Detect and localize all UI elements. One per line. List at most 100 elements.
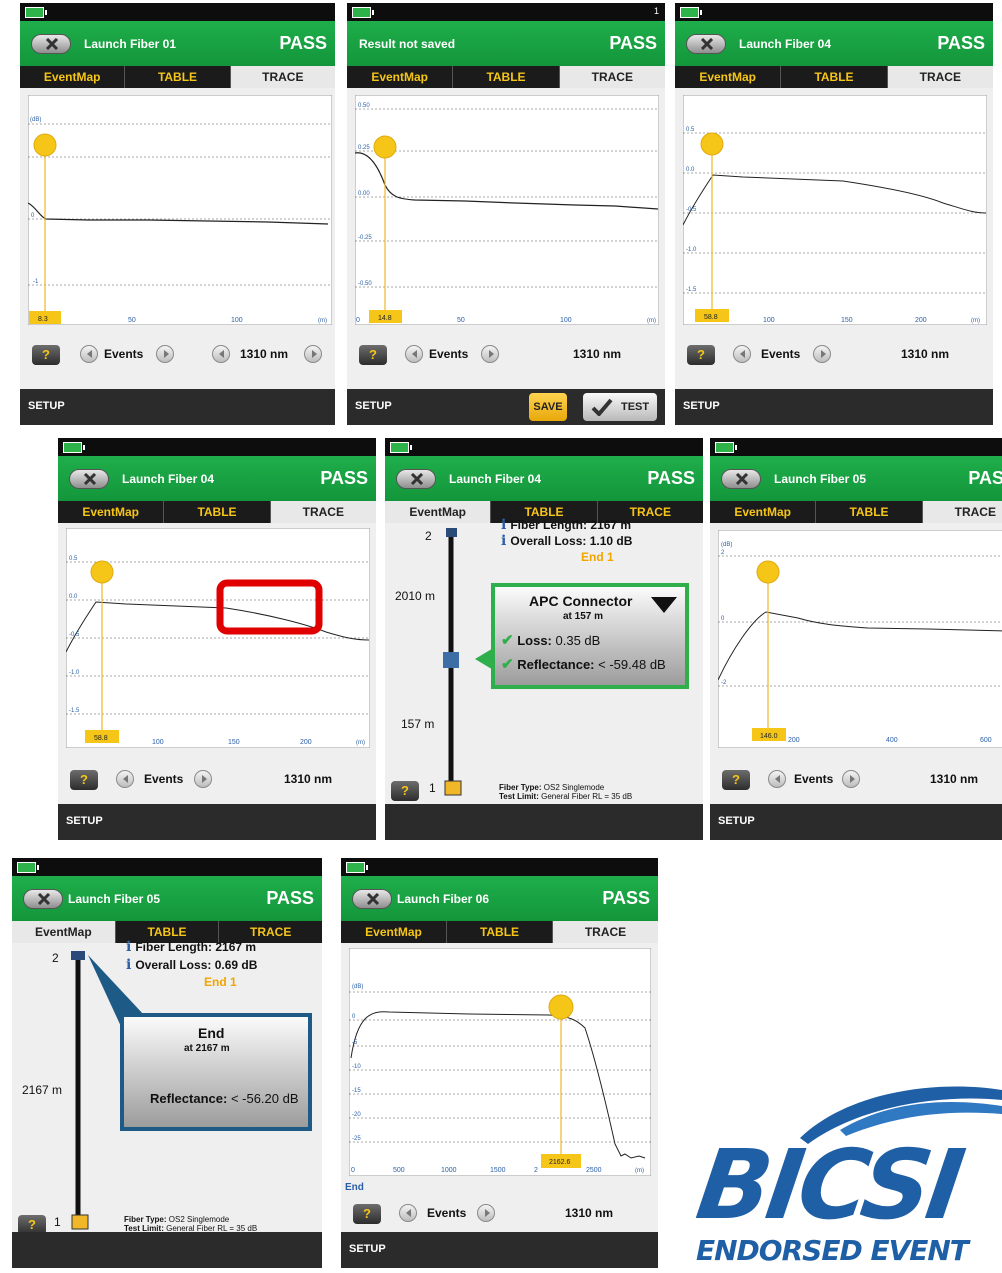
tab-table[interactable]: TABLE	[780, 66, 886, 88]
status-bar	[20, 3, 335, 21]
tab-table[interactable]: TABLE	[163, 501, 269, 523]
next-event-button[interactable]	[813, 345, 831, 363]
prev-event-button[interactable]	[733, 345, 751, 363]
tab-trace[interactable]: TRACE	[886, 66, 993, 88]
prev-wavelength-button[interactable]	[212, 345, 230, 363]
prev-event-button[interactable]	[399, 1204, 417, 1222]
battery-icon	[680, 7, 702, 18]
next-event-button[interactable]	[842, 770, 860, 788]
help-button[interactable]: ?	[359, 345, 387, 365]
y-label: -2	[721, 680, 727, 686]
prev-event-button[interactable]	[116, 770, 134, 788]
trace-plot[interactable]: 58.8 0.5 0.0 -0.5 -1.0 -1.5 100 150 200 …	[683, 95, 987, 325]
tab-trace[interactable]: TRACE	[558, 66, 665, 88]
x-unit: (m)	[971, 318, 980, 324]
tab-eventmap[interactable]: EventMap	[710, 501, 815, 523]
events-label: Events	[104, 347, 144, 361]
tab-trace[interactable]: TRACE	[921, 501, 1002, 523]
tab-bar: EventMap TABLE TRACE	[710, 501, 1002, 523]
help-button[interactable]: ?	[353, 1204, 381, 1224]
y-label: (dB)	[30, 117, 41, 123]
setup-button[interactable]: SETUP	[355, 400, 392, 412]
prev-event-button[interactable]	[80, 345, 98, 363]
close-button[interactable]	[721, 469, 761, 489]
setup-button[interactable]: SETUP	[66, 815, 103, 827]
left-arrow-icon	[219, 350, 224, 358]
right-arrow-icon	[164, 350, 169, 358]
help-button[interactable]: ?	[687, 345, 715, 365]
tab-eventmap[interactable]: EventMap	[20, 66, 124, 88]
event-callout[interactable]: End at 2167 m Reflectance: < -56.20 dB	[120, 1013, 312, 1131]
close-button[interactable]	[69, 469, 109, 489]
y-label: -0.25	[358, 235, 372, 241]
setup-button[interactable]: SETUP	[349, 1243, 386, 1255]
header: Launch Fiber 05 PASS	[710, 456, 1002, 501]
next-event-button[interactable]	[194, 770, 212, 788]
help-button[interactable]: ?	[722, 770, 750, 790]
help-button[interactable]: ?	[70, 770, 98, 790]
event-callout[interactable]: APC Connector at 157 m ✔ Loss: 0.35 dB ✔…	[491, 583, 689, 689]
y-label: 0.00	[358, 191, 370, 197]
trace-plot[interactable]: 58.8 0.5 0.0 -0.5 -1.0 -1.5 100 150 200 …	[66, 528, 370, 748]
setup-button[interactable]: SETUP	[28, 400, 65, 412]
setup-button[interactable]: SETUP	[718, 815, 755, 827]
next-event-button[interactable]	[477, 1204, 495, 1222]
help-button[interactable]: ?	[32, 345, 60, 365]
end-label: End 1	[581, 550, 614, 564]
help-button[interactable]: ?	[391, 781, 419, 801]
next-wavelength-button[interactable]	[304, 345, 322, 363]
next-event-button[interactable]	[481, 345, 499, 363]
tab-trace[interactable]: TRACE	[552, 921, 658, 943]
x-label: 150	[841, 317, 853, 324]
setup-button[interactable]: SETUP	[683, 400, 720, 412]
test-button[interactable]: TEST	[583, 393, 657, 421]
trace-plot[interactable]: 14.8 0.50 0.25 0.00 -0.25 -0.50 0 50 100…	[355, 95, 659, 325]
trace-plot[interactable]: 146.0 (dB) 2 0 -2 200 400 600	[718, 530, 1002, 748]
close-button[interactable]	[352, 889, 392, 909]
tab-table[interactable]: TABLE	[452, 66, 558, 88]
trace-plot[interactable]: 2162.6 (dB) 0 -5 -10 -15 -20 -25 0 500 1…	[349, 948, 651, 1176]
tab-table[interactable]: TABLE	[124, 66, 229, 88]
trace-plot[interactable]: 8.3 (dB) 0 -1 50 100 (m)	[28, 95, 332, 325]
events-label: Events	[794, 772, 834, 786]
close-button[interactable]	[686, 34, 726, 54]
toolbar: ? Events 1310 nm	[341, 1190, 658, 1238]
tab-trace[interactable]: TRACE	[229, 66, 335, 88]
close-button[interactable]	[31, 34, 71, 54]
close-button[interactable]	[23, 889, 63, 909]
prev-event-button[interactable]	[768, 770, 786, 788]
header: Result not saved PASS	[347, 21, 665, 66]
logo-tagline: ENDORSED EVENT	[696, 1234, 971, 1267]
overall-loss: i Overall Loss: 0.69 dB	[126, 957, 258, 973]
page-title: Launch Fiber 04	[122, 472, 215, 486]
tab-eventmap[interactable]: EventMap	[347, 66, 452, 88]
save-button[interactable]: SAVE	[529, 393, 567, 421]
bicsi-logo: BICSI ENDORSED EVENT	[690, 1060, 1002, 1268]
tab-trace[interactable]: TRACE	[269, 501, 376, 523]
tab-eventmap[interactable]: EventMap	[58, 501, 163, 523]
y-label: 0.0	[686, 167, 695, 173]
tab-table[interactable]: TABLE	[815, 501, 921, 523]
wavelength-label: 1310 nm	[284, 772, 333, 786]
footer: SETUP	[341, 1232, 658, 1268]
tab-eventmap[interactable]: EventMap	[341, 921, 446, 943]
tab-table[interactable]: TABLE	[446, 921, 552, 943]
x-label: 1000	[441, 1167, 457, 1174]
screen-2-trace: 1 Result not saved PASS EventMap TABLE T…	[347, 3, 665, 425]
next-event-button[interactable]	[156, 345, 174, 363]
prev-event-button[interactable]	[405, 345, 423, 363]
tab-eventmap[interactable]: EventMap	[385, 501, 491, 523]
pass-status: PASS	[968, 468, 1002, 488]
y-label: -20	[352, 1112, 361, 1118]
y-label: (dB)	[721, 542, 732, 548]
left-arrow-icon	[406, 1209, 411, 1217]
marker-top: 2	[425, 529, 432, 543]
dropdown-icon[interactable]	[651, 597, 677, 615]
battery-icon	[25, 7, 47, 18]
x-label: 200	[788, 737, 800, 744]
close-button[interactable]	[396, 469, 436, 489]
tab-eventmap[interactable]: EventMap	[12, 921, 115, 943]
tab-eventmap[interactable]: EventMap	[675, 66, 780, 88]
footer: SETUP	[675, 389, 993, 425]
x-unit: (m)	[635, 1168, 644, 1174]
